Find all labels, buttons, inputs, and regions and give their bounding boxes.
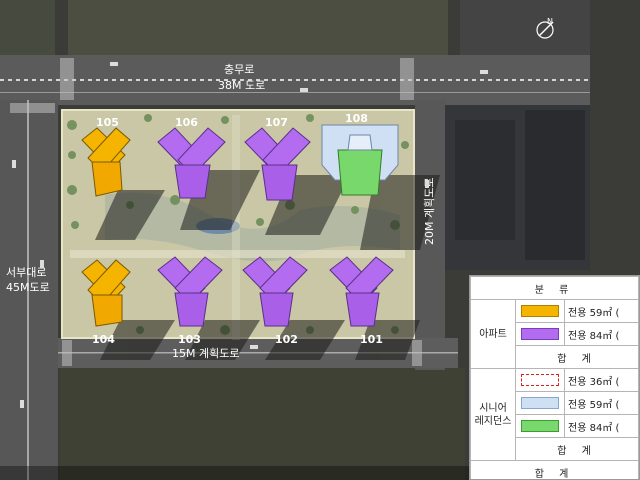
crosswalk: [412, 340, 422, 366]
legend-header: 분 류: [470, 276, 639, 300]
lane-marking: [0, 92, 590, 93]
legend-senior-label-line2: 레지던스: [474, 415, 512, 427]
legend-swatch-apt84: [521, 328, 559, 340]
site-plan-map: 105 106 107 108 104 103 102 101 충무로 38M …: [0, 0, 640, 480]
crosswalk: [10, 103, 55, 113]
legend-apartment-label: 아파트: [470, 299, 516, 369]
north-arrow-label: N: [547, 17, 553, 26]
east-building: [525, 110, 585, 260]
lane-marking: [0, 79, 590, 81]
promenade: [232, 115, 240, 340]
west-road-width-label: 45M도로: [6, 281, 50, 294]
legend-grand-total: 합 계: [470, 460, 639, 479]
legend-swatch-apt59: [521, 305, 559, 317]
legend-senior-total: 합 계: [515, 437, 639, 461]
building-number-108: 108: [345, 112, 368, 125]
building-number-107: 107: [265, 116, 288, 129]
crosswalk: [60, 58, 74, 100]
east-building: [455, 120, 515, 240]
legend-senior-label: 시니어 레지던스: [470, 368, 516, 461]
building-number-103: 103: [178, 333, 201, 346]
building-number-105: 105: [96, 116, 119, 129]
building-number-104: 104: [92, 333, 115, 346]
legend-senior36-label: 전용 36㎡ (: [564, 368, 639, 392]
upper-block: [68, 0, 448, 55]
legend-apt59-label: 전용 59㎡ (: [564, 299, 639, 323]
lower-block: [60, 368, 465, 480]
legend-swatch-senior59: [521, 397, 559, 409]
north-road-width-label: 38M 도로: [218, 79, 265, 92]
legend-senior-label-line1: 시니어: [479, 402, 507, 414]
legend-senior59-label: 전용 59㎡ (: [564, 391, 639, 415]
legend-apt84-label: 전용 84㎡ (: [564, 322, 639, 346]
building-number-106: 106: [175, 116, 198, 129]
disclaimer-strip: [0, 466, 469, 480]
north-road-label: 충무로: [224, 63, 254, 76]
unit-type-legend: 분 류 아파트 전용 59㎡ ( 전용 84㎡ ( 합 계 시니어 레지던스 전…: [469, 275, 640, 480]
building-number-102: 102: [275, 333, 298, 346]
east-road-label: 20M 계획도로: [423, 178, 436, 245]
upper-block-east: [460, 0, 590, 60]
south-road-label: 15M 계획도로: [172, 347, 239, 360]
legend-swatch-senior36: [521, 374, 559, 386]
legend-senior84-label: 전용 84㎡ (: [564, 414, 639, 438]
crosswalk: [400, 58, 414, 100]
legend-apartment-total: 합 계: [515, 345, 639, 369]
crosswalk: [62, 340, 72, 366]
building-number-101: 101: [360, 333, 383, 346]
legend-swatch-senior84: [521, 420, 559, 432]
